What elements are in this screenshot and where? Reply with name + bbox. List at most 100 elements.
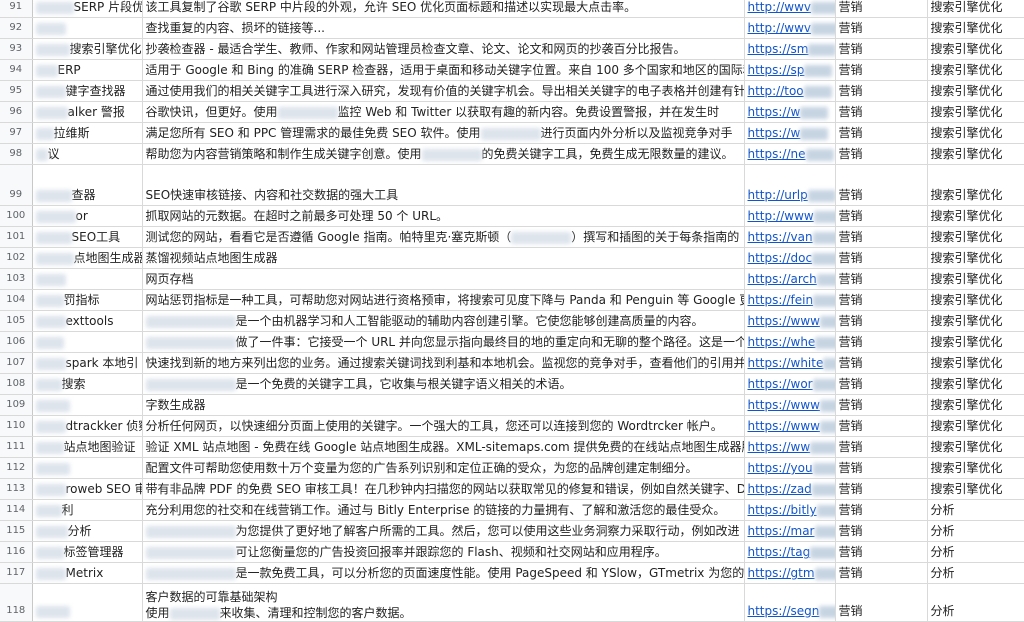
row-number[interactable]: 103 bbox=[0, 268, 33, 290]
url-link[interactable]: https://sm bbox=[744, 38, 836, 60]
row-number[interactable]: 117 bbox=[0, 562, 33, 584]
category-cell[interactable]: 营销 bbox=[835, 520, 928, 542]
description-cell[interactable]: 谷歌快讯，但更好。使用 监控 Web 和 Twitter 以获取有趣的新内容。免费… bbox=[142, 101, 745, 123]
subcategory-cell[interactable]: 搜索引擎优化 bbox=[927, 478, 1024, 500]
subcategory-cell[interactable]: 分析 bbox=[927, 499, 1024, 521]
category-cell[interactable]: 营销 bbox=[835, 101, 928, 123]
description-cell[interactable]: 做了一件事：它接受一个 URL 并向您显示指向最终目的地的重定向和无聊的整个路径… bbox=[142, 331, 745, 353]
category-cell[interactable]: 营销 bbox=[835, 0, 928, 18]
tool-name-cell[interactable]: 查器 bbox=[32, 164, 143, 206]
tool-name-cell[interactable]: 拉维斯 bbox=[32, 122, 143, 144]
tool-name-cell[interactable]: SERP 片段优化器 bbox=[32, 0, 143, 18]
tool-name-cell[interactable]: 分析 bbox=[32, 520, 143, 542]
row-number[interactable]: 91 bbox=[0, 0, 33, 18]
category-cell[interactable]: 营销 bbox=[835, 80, 928, 102]
tool-name-cell[interactable]: 罚指标 bbox=[32, 289, 143, 311]
category-cell[interactable]: 营销 bbox=[835, 205, 928, 227]
category-cell[interactable]: 营销 bbox=[835, 394, 928, 416]
category-cell[interactable]: 营销 bbox=[835, 499, 928, 521]
url-link[interactable]: http://too bbox=[744, 80, 836, 102]
tool-name-cell[interactable] bbox=[32, 457, 143, 479]
url-link[interactable]: http://wwv bbox=[744, 17, 836, 39]
category-cell[interactable]: 营销 bbox=[835, 373, 928, 395]
url-link[interactable]: https://wor bbox=[744, 373, 836, 395]
category-cell[interactable]: 营销 bbox=[835, 164, 928, 206]
url-link[interactable]: https://white bbox=[744, 352, 836, 374]
row-number[interactable]: 99 bbox=[0, 164, 33, 206]
subcategory-cell[interactable]: 搜索引擎优化 bbox=[927, 394, 1024, 416]
category-cell[interactable]: 营销 bbox=[835, 143, 928, 165]
row-number[interactable]: 95 bbox=[0, 80, 33, 102]
description-cell[interactable]: 通过使用我们的相关关键字工具进行深入研究，发现有价值的关键字机会。导出相关关键字… bbox=[142, 80, 745, 102]
subcategory-cell[interactable]: 搜索引擎优化 bbox=[927, 373, 1024, 395]
category-cell[interactable]: 营销 bbox=[835, 226, 928, 248]
subcategory-cell[interactable]: 搜索引擎优化 bbox=[927, 436, 1024, 458]
row-number[interactable]: 104 bbox=[0, 289, 33, 311]
row-number[interactable]: 100 bbox=[0, 205, 33, 227]
description-cell[interactable]: 配置文件可帮助您使用数十万个变量为您的广告系列识别和定位正确的受众，为您的品牌创… bbox=[142, 457, 745, 479]
description-cell[interactable]: 网站惩罚指标是一种工具，可帮助您对网站进行资格预审，将搜索可见度下降与 Pand… bbox=[142, 289, 745, 311]
url-link[interactable]: https://ww bbox=[744, 436, 836, 458]
row-number[interactable]: 116 bbox=[0, 541, 33, 563]
description-cell[interactable]: 帮助您为内容营销策略和制作生成关键字创意。使用 的免费关键字工具，免费生成无限数量… bbox=[142, 143, 745, 165]
row-number[interactable]: 107 bbox=[0, 352, 33, 374]
tool-name-cell[interactable] bbox=[32, 331, 143, 353]
url-link[interactable]: https://www bbox=[744, 310, 836, 332]
description-cell[interactable]: 抓取网站的元数据。在超时之前最多可处理 50 个 URL。 bbox=[142, 205, 745, 227]
category-cell[interactable]: 营销 bbox=[835, 436, 928, 458]
description-cell[interactable]: 带有非品牌 PDF 的免费 SEO 审核工具！在几秒钟内扫描您的网站以获取常见的… bbox=[142, 478, 745, 500]
tool-name-cell[interactable]: 键字查找器 bbox=[32, 80, 143, 102]
description-cell[interactable]: 客户数据的可靠基础架构 使用 来收集、清理和控制您的客户数据。 bbox=[142, 583, 745, 622]
row-number[interactable]: 101 bbox=[0, 226, 33, 248]
description-cell[interactable]: 充分利用您的社交和在线营销工作。通过与 Bitly Enterprise 的链接… bbox=[142, 499, 745, 521]
category-cell[interactable]: 营销 bbox=[835, 415, 928, 437]
tool-name-cell[interactable]: 利 bbox=[32, 499, 143, 521]
category-cell[interactable]: 营销 bbox=[835, 310, 928, 332]
url-link[interactable]: https://you bbox=[744, 457, 836, 479]
url-link[interactable]: https://w bbox=[744, 122, 836, 144]
tool-name-cell[interactable]: or bbox=[32, 205, 143, 227]
url-link[interactable]: https://sp bbox=[744, 59, 836, 81]
subcategory-cell[interactable]: 搜索引擎优化 bbox=[927, 331, 1024, 353]
url-link[interactable]: https://doc bbox=[744, 247, 836, 269]
tool-name-cell[interactable]: 搜索 bbox=[32, 373, 143, 395]
tool-name-cell[interactable]: 点地图生成器 bbox=[32, 247, 143, 269]
category-cell[interactable]: 营销 bbox=[835, 478, 928, 500]
url-link[interactable]: http://urlp bbox=[744, 164, 836, 206]
tool-name-cell[interactable]: dtrackker 侦察 bbox=[32, 415, 143, 437]
description-cell[interactable]: 字数生成器 bbox=[142, 394, 745, 416]
row-number[interactable]: 93 bbox=[0, 38, 33, 60]
description-cell[interactable]: 抄袭检查器 - 最适合学生、教师、作家和网站管理员检查文章、论文、论文和网页的抄… bbox=[142, 38, 745, 60]
category-cell[interactable]: 营销 bbox=[835, 289, 928, 311]
description-cell[interactable]: 分析任何网页，以快速细分页面上使用的关键字。一个强大的工具，您还可以连接到您的 … bbox=[142, 415, 745, 437]
tool-name-cell[interactable]: roweb SEO 审 bbox=[32, 478, 143, 500]
tool-name-cell[interactable]: spark 本地引 bbox=[32, 352, 143, 374]
tool-name-cell[interactable]: SEO工具 bbox=[32, 226, 143, 248]
description-cell[interactable]: 测试您的网站，看看它是否遵循 Google 指南。帕特里克·塞克斯顿（ ）撰写和插… bbox=[142, 226, 745, 248]
row-number[interactable]: 111 bbox=[0, 436, 33, 458]
category-cell[interactable]: 营销 bbox=[835, 562, 928, 584]
url-link[interactable]: https://bitly bbox=[744, 499, 836, 521]
tool-name-cell[interactable]: 站点地图验证 bbox=[32, 436, 143, 458]
subcategory-cell[interactable]: 搜索引擎优化 bbox=[927, 164, 1024, 206]
url-link[interactable]: https://tag bbox=[744, 541, 836, 563]
url-link[interactable]: https://segn bbox=[744, 583, 836, 622]
category-cell[interactable]: 营销 bbox=[835, 541, 928, 563]
row-number[interactable]: 92 bbox=[0, 17, 33, 39]
subcategory-cell[interactable]: 搜索引擎优化 bbox=[927, 17, 1024, 39]
row-number[interactable]: 96 bbox=[0, 101, 33, 123]
subcategory-cell[interactable]: 搜索引擎优化 bbox=[927, 101, 1024, 123]
tool-name-cell[interactable]: ERP bbox=[32, 59, 143, 81]
url-link[interactable]: https://www bbox=[744, 394, 836, 416]
subcategory-cell[interactable]: 搜索引擎优化 bbox=[927, 59, 1024, 81]
row-number[interactable]: 108 bbox=[0, 373, 33, 395]
url-link[interactable]: https://whe bbox=[744, 331, 836, 353]
url-link[interactable]: http://www bbox=[744, 205, 836, 227]
url-link[interactable]: https://gtm bbox=[744, 562, 836, 584]
row-number[interactable]: 110 bbox=[0, 415, 33, 437]
category-cell[interactable]: 营销 bbox=[835, 17, 928, 39]
description-cell[interactable]: 满足您所有 SEO 和 PPC 管理需求的最佳免费 SEO 软件。使用 进行页面内… bbox=[142, 122, 745, 144]
subcategory-cell[interactable]: 搜索引擎优化 bbox=[927, 352, 1024, 374]
tool-name-cell[interactable]: 搜索引擎优化 bbox=[32, 38, 143, 60]
row-number[interactable]: 113 bbox=[0, 478, 33, 500]
